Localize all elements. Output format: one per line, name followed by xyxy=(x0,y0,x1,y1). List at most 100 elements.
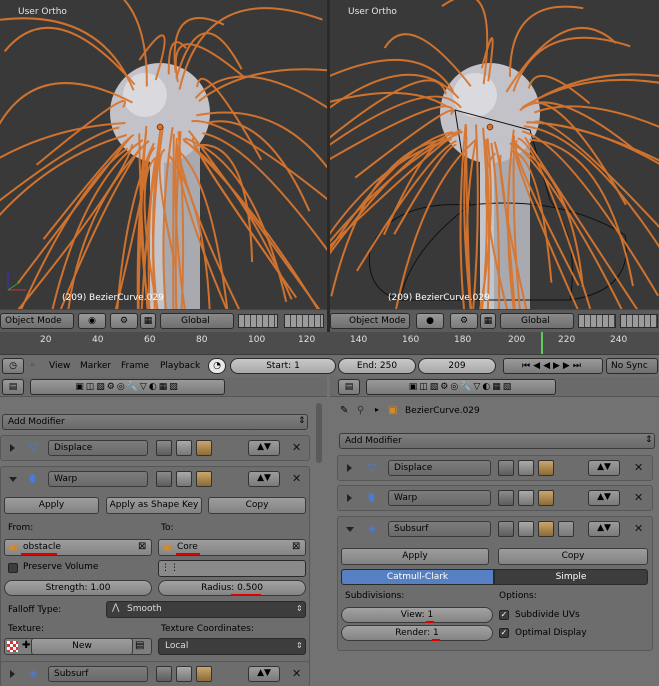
viewport-toggle-icon[interactable] xyxy=(176,471,192,487)
shading-select[interactable]: ● xyxy=(416,313,444,329)
apply-as-shape-key-button[interactable]: Apply as Shape Key xyxy=(106,497,202,514)
manipulator-button[interactable]: ▦ xyxy=(480,313,496,329)
sync-select[interactable]: No Sync xyxy=(606,358,658,374)
move-updown-buttons[interactable]: ▲▼ xyxy=(588,521,620,537)
autokey-icon[interactable]: ◔ xyxy=(208,358,226,374)
menu-marker[interactable]: Marker xyxy=(80,361,111,371)
render-toggle-icon[interactable] xyxy=(156,440,172,456)
move-updown-buttons[interactable]: ▲▼ xyxy=(248,471,280,487)
cage-toggle-icon[interactable] xyxy=(558,521,574,537)
viewport-toggle-icon[interactable] xyxy=(518,490,534,506)
move-updown-buttons[interactable]: ▲▼ xyxy=(248,440,280,456)
mode-select[interactable]: Object Mode xyxy=(330,313,410,329)
left-3d-viewport[interactable]: User Ortho (209) BezierCurve.029 xyxy=(0,0,327,309)
expand-icon[interactable] xyxy=(347,494,352,502)
editor-type-icon[interactable]: ▤ xyxy=(338,379,360,395)
collapse-icon[interactable] xyxy=(9,477,17,482)
pin-icon[interactable]: ✎ xyxy=(340,405,348,416)
close-icon[interactable]: ✕ xyxy=(634,462,643,474)
manipulator-button[interactable]: ▦ xyxy=(140,313,156,329)
render-toggle-icon[interactable] xyxy=(156,666,172,682)
modifier-name[interactable]: Warp xyxy=(48,471,148,487)
scrollbar[interactable] xyxy=(316,403,322,463)
move-updown-buttons[interactable]: ▲▼ xyxy=(248,666,280,682)
modifier-name[interactable]: Subsurf xyxy=(48,666,148,682)
render-levels-field[interactable]: Render: 1 xyxy=(341,625,493,641)
layer-grid-1[interactable] xyxy=(238,314,278,328)
apply-button[interactable]: Apply xyxy=(341,548,489,565)
mode-select[interactable]: Object Mode xyxy=(0,313,74,329)
editmode-toggle-icon[interactable] xyxy=(538,490,554,506)
vertex-group-field[interactable] xyxy=(158,560,306,577)
viewport-toggle-icon[interactable] xyxy=(518,521,534,537)
pivot-select[interactable]: ⚙ xyxy=(110,313,138,329)
end-frame-field[interactable]: End: 250 xyxy=(338,358,416,374)
new-texture-button[interactable]: New xyxy=(31,638,133,655)
tab-catmull-clark[interactable]: Catmull-Clark xyxy=(341,569,494,585)
render-toggle-icon[interactable] xyxy=(498,521,514,537)
modifier-name[interactable]: Displace xyxy=(388,460,491,476)
close-icon[interactable]: ✕ xyxy=(634,492,643,504)
move-updown-buttons[interactable]: ▲▼ xyxy=(588,460,620,476)
expand-icon[interactable] xyxy=(10,670,15,678)
tab-simple[interactable]: Simple xyxy=(494,569,648,585)
current-frame-field[interactable]: 209 xyxy=(418,358,496,374)
shading-select[interactable]: ◉ xyxy=(78,313,106,329)
copy-button[interactable]: Copy xyxy=(498,548,648,565)
close-icon[interactable]: ✕ xyxy=(634,523,643,535)
falloff-type-select[interactable]: Smooth xyxy=(106,601,306,618)
clear-icon[interactable]: ⊠ xyxy=(138,541,146,552)
render-toggle-icon[interactable] xyxy=(498,460,514,476)
modifier-name[interactable]: Subsurf xyxy=(388,521,491,537)
strength-field[interactable]: Strength: 1.00 xyxy=(4,580,152,596)
playback-controls[interactable]: ⏮◀◀▶▶⏭ xyxy=(503,358,603,374)
editmode-toggle-icon[interactable] xyxy=(196,666,212,682)
close-icon[interactable]: ✕ xyxy=(292,442,301,454)
layer-grid-1[interactable] xyxy=(578,314,616,328)
right-3d-viewport[interactable]: User Ortho (209) BezierCurve.029 xyxy=(330,0,659,309)
browse-icon[interactable]: ▤ xyxy=(135,640,144,651)
move-updown-buttons[interactable]: ▲▼ xyxy=(588,490,620,506)
context-tabs[interactable]: ▣◫▧⚙◎🔧▽◐▦▧ xyxy=(30,379,225,395)
collapse-icon[interactable] xyxy=(346,527,354,532)
view-levels-field[interactable]: View: 1 xyxy=(341,607,493,623)
modifier-name[interactable]: Displace xyxy=(48,440,148,456)
orientation-select[interactable]: Global xyxy=(500,313,574,329)
subdivide-uvs-checkbox[interactable]: ✓ xyxy=(499,610,509,620)
apply-button[interactable]: Apply xyxy=(4,497,99,514)
optimal-display-checkbox[interactable]: ✓ xyxy=(499,628,509,638)
editmode-toggle-icon[interactable] xyxy=(538,521,554,537)
editor-type-icon[interactable]: ◷ xyxy=(2,358,24,374)
orientation-select[interactable]: Global xyxy=(160,313,234,329)
menu-view[interactable]: View xyxy=(49,361,70,371)
editmode-toggle-icon[interactable] xyxy=(196,471,212,487)
editor-type-icon[interactable]: ▤ xyxy=(2,379,24,395)
preserve-volume-checkbox[interactable] xyxy=(8,563,18,573)
editmode-toggle-icon[interactable] xyxy=(538,460,554,476)
close-icon[interactable]: ✕ xyxy=(292,668,301,680)
render-toggle-icon[interactable] xyxy=(498,490,514,506)
editmode-toggle-icon[interactable] xyxy=(196,440,212,456)
pivot-select[interactable]: ⚙ xyxy=(450,313,478,329)
texture-coordinates-select[interactable]: Local xyxy=(158,638,306,655)
context-tabs[interactable]: ▣◫▧⚙◎🔧▽◐▦▧ xyxy=(366,379,556,395)
modifier-name[interactable]: Warp xyxy=(388,490,491,506)
viewport-toggle-icon[interactable] xyxy=(176,666,192,682)
render-toggle-icon[interactable] xyxy=(156,471,172,487)
expand-icon[interactable] xyxy=(10,444,15,452)
clear-icon[interactable]: ⊠ xyxy=(292,541,300,552)
current-frame-marker[interactable] xyxy=(541,332,543,354)
frame-ruler[interactable]: 20 40 60 80 100 120 140 160 180 200 220 240 xyxy=(0,332,659,354)
add-modifier-select[interactable]: Add Modifier xyxy=(339,433,655,449)
menu-frame[interactable]: Frame xyxy=(121,361,149,371)
menu-playback[interactable]: Playback xyxy=(160,361,200,371)
collapse-icon[interactable]: ◦ xyxy=(30,361,35,371)
texture-checker-icon[interactable] xyxy=(7,641,18,652)
add-modifier-select[interactable]: Add Modifier xyxy=(2,414,308,430)
viewport-toggle-icon[interactable] xyxy=(176,440,192,456)
viewport-toggle-icon[interactable] xyxy=(518,460,534,476)
close-icon[interactable]: ✕ xyxy=(292,473,301,485)
expand-icon[interactable] xyxy=(347,464,352,472)
start-frame-field[interactable]: Start: 1 xyxy=(230,358,336,374)
copy-button[interactable]: Copy xyxy=(208,497,306,514)
